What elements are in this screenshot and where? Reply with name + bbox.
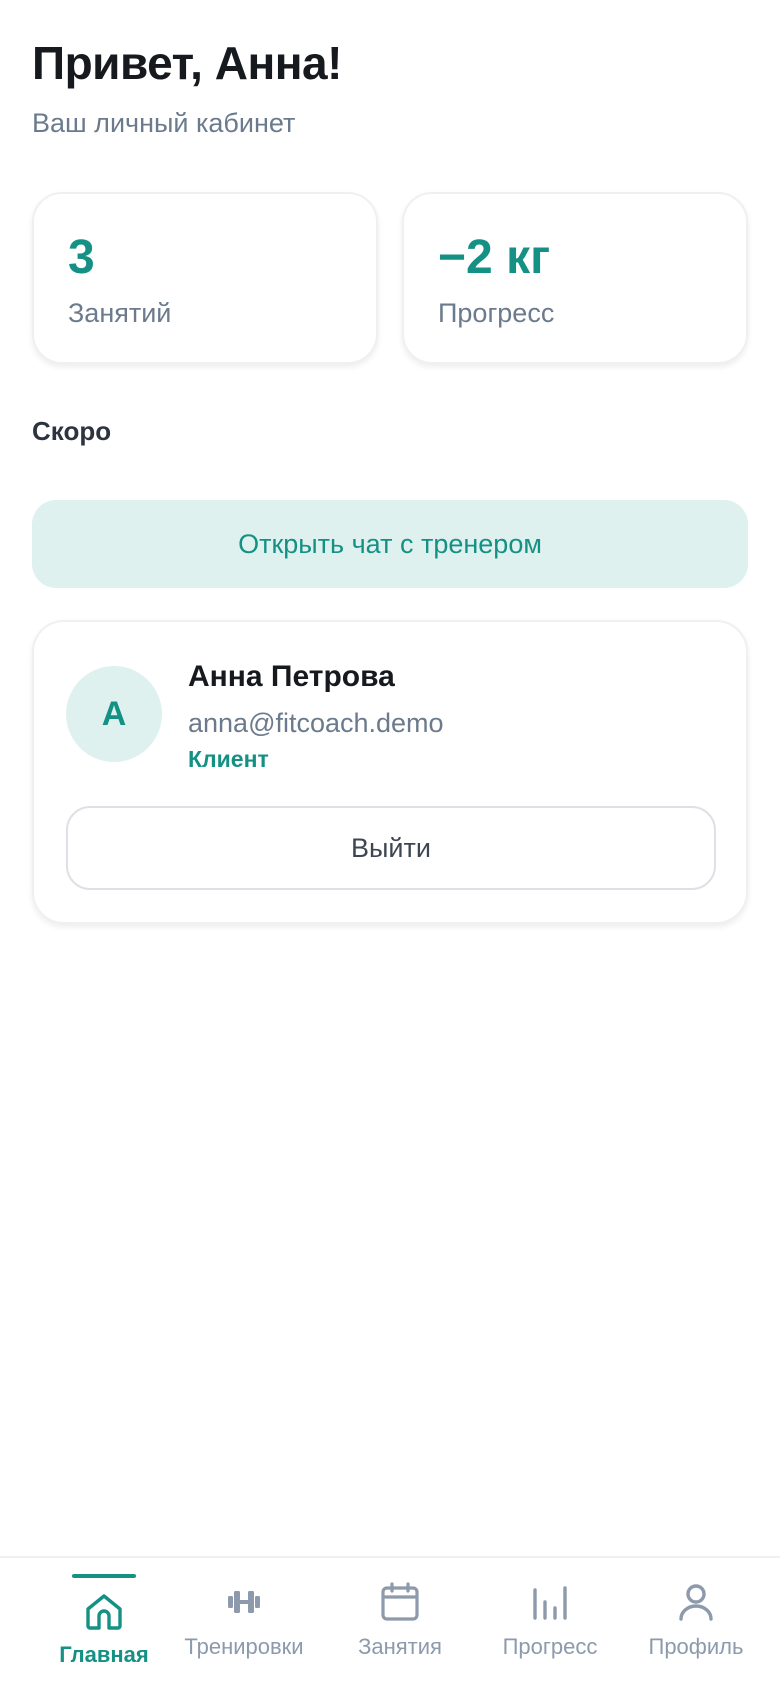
stat-label-sessions: Занятий [68, 298, 172, 328]
dumbbell-icon [222, 1580, 266, 1624]
tab-label-workouts: Тренировки [184, 1634, 304, 1659]
bottom-tab-bar: Главная Тренировки Занятия Прогресс Проф… [0, 1556, 780, 1688]
page-title: Привет, Анна! [32, 37, 342, 89]
active-tab-indicator [72, 1574, 136, 1578]
tab-home[interactable]: Главная [26, 1558, 182, 1688]
stat-card-sessions: 3 Занятий [32, 192, 378, 364]
home-icon [82, 1590, 126, 1634]
home-screen: Привет, Анна! Ваш личный кабинет 3 Занят… [0, 0, 780, 1688]
avatar: А [66, 666, 162, 762]
tab-sessions[interactable]: Занятия [322, 1558, 478, 1688]
tab-profile[interactable]: Профиль [618, 1558, 774, 1688]
tab-label-progress: Прогресс [502, 1634, 598, 1659]
profile-name: Анна Петрова [188, 660, 395, 693]
page-subtitle: Ваш личный кабинет [32, 108, 296, 138]
tab-label-profile: Профиль [648, 1634, 744, 1659]
tab-label-sessions: Занятия [358, 1634, 442, 1659]
calendar-icon [378, 1580, 422, 1624]
profile-card: А Анна Петрова anna@fitcoach.demo Клиент… [32, 620, 748, 924]
upcoming-section-title: Скоро [32, 416, 112, 446]
bar-chart-icon [528, 1580, 572, 1624]
tab-progress[interactable]: Прогресс [472, 1558, 628, 1688]
tab-workouts[interactable]: Тренировки [166, 1558, 322, 1688]
stat-label-progress: Прогресс [438, 298, 555, 328]
logout-button[interactable]: Выйти [66, 806, 716, 890]
user-icon [674, 1580, 718, 1624]
open-trainer-chat-button[interactable]: Открыть чат с тренером [32, 500, 748, 588]
tab-label-home: Главная [59, 1642, 149, 1667]
profile-email: anna@fitcoach.demo [188, 708, 444, 738]
stat-value-sessions: 3 [68, 231, 95, 284]
stat-value-progress: −2 кг [438, 231, 551, 284]
profile-role-badge: Клиент [188, 746, 269, 772]
stat-card-progress: −2 кг Прогресс [402, 192, 748, 364]
